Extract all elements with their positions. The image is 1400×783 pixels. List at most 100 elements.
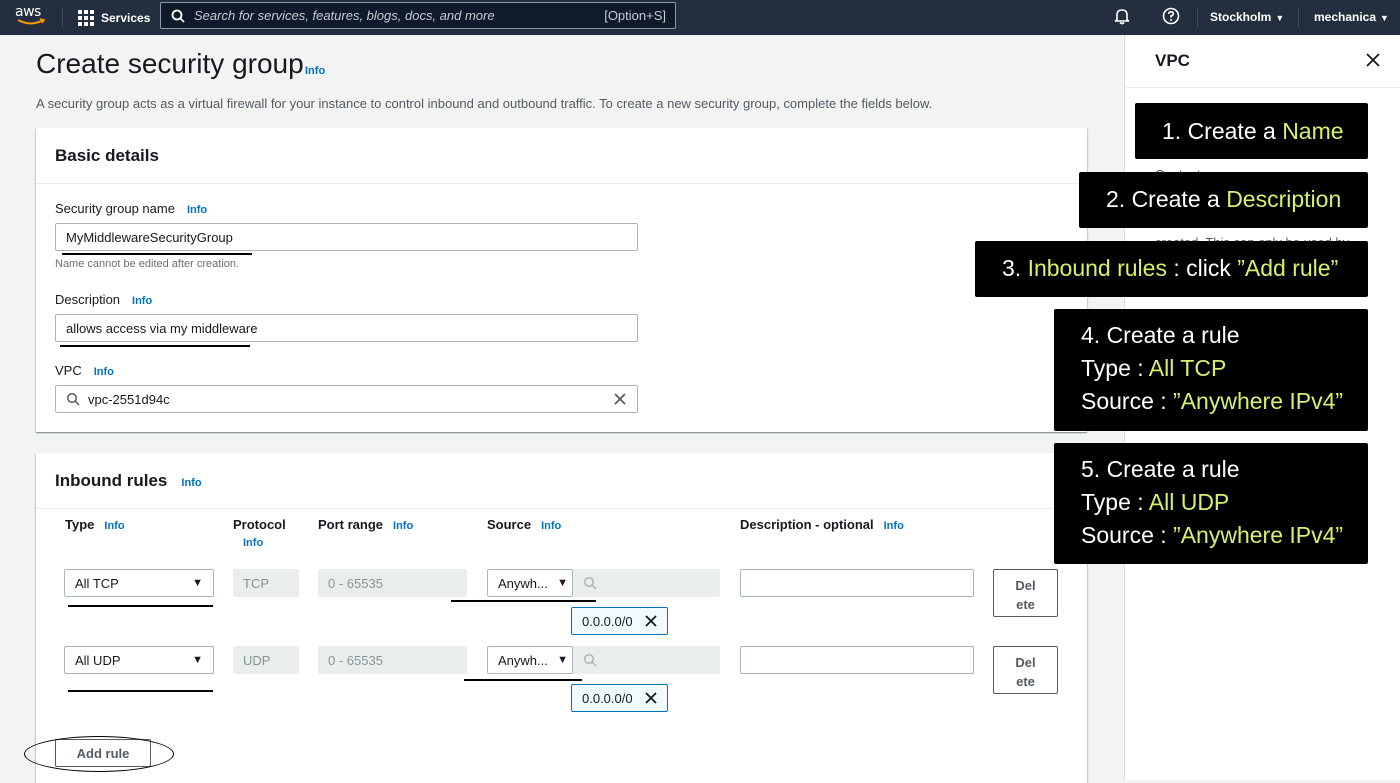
name-hint: Name cannot be edited after creation. (55, 258, 240, 270)
callout-step-1: 1. Create a Name (1135, 103, 1368, 159)
page-description: A security group acts as a virtual firew… (36, 96, 933, 111)
description-header-text: Description - optional (740, 517, 874, 532)
clear-icon[interactable] (613, 392, 627, 406)
callout-highlight: Description (1226, 186, 1342, 212)
basic-details-header: Basic details (36, 128, 1087, 184)
services-menu-button[interactable]: Services (78, 0, 150, 35)
source-info-link[interactable]: Info (541, 520, 561, 532)
type-select-value: All UDP (75, 653, 121, 668)
remove-token-icon[interactable] (644, 615, 657, 627)
callout-text: : click (1166, 255, 1238, 281)
delete-label: Del (1015, 578, 1036, 593)
callout-highlight: ”Add rule” (1237, 255, 1339, 281)
source-cidr-search[interactable] (573, 569, 720, 597)
annotation-underline (68, 690, 213, 692)
annotation-underline (62, 253, 252, 255)
column-header-source: Source Info (487, 517, 561, 532)
vpc-label-text: VPC (55, 363, 82, 378)
callout-step-4: 4. Create a rule Type : All TCP Source :… (1054, 309, 1368, 431)
nav-divider (1298, 8, 1299, 27)
cidr-token-value: 0.0.0.0/0 (582, 690, 633, 706)
aws-logo[interactable]: aws (14, 3, 48, 27)
top-navigation-bar: aws Services Search for services, featur… (0, 0, 1400, 35)
description-col-info-link[interactable]: Info (884, 520, 904, 532)
port-info-link[interactable]: Info (393, 520, 413, 532)
grid-icon (78, 9, 94, 26)
caret-down-icon: ▼ (192, 654, 203, 666)
cidr-token: 0.0.0.0/0 (571, 684, 668, 712)
caret-down-icon: ▼ (557, 577, 568, 589)
vpc-select-input[interactable]: vpc-2551d94c (55, 385, 638, 413)
callout-highlight: ”Anywhere IPv4” (1173, 522, 1344, 548)
callout-text: Type : (1081, 355, 1149, 381)
caret-down-icon: ▼ (192, 577, 203, 589)
source-cidr-search[interactable] (573, 646, 720, 674)
global-search-input[interactable]: Search for services, features, blogs, do… (160, 2, 676, 29)
cidr-token: 0.0.0.0/0 (571, 607, 668, 635)
vpc-label: VPC Info (55, 363, 114, 378)
caret-down-icon: ▼ (1275, 13, 1285, 23)
nav-divider (62, 8, 63, 27)
column-header-protocol: Protocol (233, 517, 286, 532)
services-label: Services (101, 10, 151, 25)
callout-text: Type : (1081, 489, 1149, 515)
inbound-info-link[interactable]: Info (181, 477, 201, 489)
delete-rule-button[interactable]: Del ete (993, 646, 1058, 694)
help-icon[interactable] (1162, 7, 1180, 25)
cidr-token-value: 0.0.0.0/0 (582, 613, 633, 629)
protocol-info-link[interactable]: Info (243, 537, 263, 549)
callout-line: Type : All UDP (1081, 486, 1368, 519)
callout-line: Source : ”Anywhere IPv4” (1081, 519, 1368, 552)
type-select[interactable]: All TCP ▼ (64, 569, 214, 597)
title-info-link[interactable]: Info (305, 65, 325, 77)
source-select[interactable]: Anywh... ▼ (487, 569, 573, 597)
rule-description-input[interactable] (740, 569, 974, 597)
search-shortcut: [Option+S] (604, 8, 666, 23)
type-select-value: All TCP (75, 576, 119, 591)
column-header-port-range: Port range Info (318, 517, 413, 532)
port-range-field: 0 - 65535 (318, 569, 467, 597)
type-select[interactable]: All UDP ▼ (64, 646, 214, 674)
bell-icon[interactable] (1113, 7, 1131, 25)
name-info-link[interactable]: Info (187, 204, 207, 216)
source-select-value: Anywh... (498, 576, 548, 591)
search-icon (583, 576, 597, 590)
callout-line: Source : ”Anywhere IPv4” (1081, 385, 1368, 418)
callout-highlight: Inbound rules (1027, 255, 1167, 281)
description-info-link[interactable]: Info (132, 295, 152, 307)
callout-line: Type : All TCP (1081, 352, 1368, 385)
source-header-text: Source (487, 517, 532, 532)
close-icon[interactable] (1366, 53, 1380, 67)
source-select[interactable]: Anywh... ▼ (487, 646, 573, 674)
inbound-rules-header: Inbound rules Info (36, 453, 1087, 509)
callout-step-5: 5. Create a rule Type : All UDP Source :… (1054, 443, 1368, 564)
search-placeholder: Search for services, features, blogs, do… (194, 8, 495, 23)
port-range-field: 0 - 65535 (318, 646, 467, 674)
region-selector[interactable]: Stockholm ▼ (1210, 10, 1284, 24)
annotation-underline (68, 605, 213, 607)
aws-smile-icon (17, 18, 46, 25)
description-label: Description Info (55, 292, 152, 307)
help-divider (1125, 87, 1400, 88)
annotation-underline (60, 345, 250, 347)
security-group-name-label: Security group name Info (55, 201, 207, 216)
inbound-rules-panel: Inbound rules Info Type Info Protocol Info… (36, 453, 1087, 783)
remove-token-icon[interactable] (644, 692, 657, 704)
callout-text: 3. (1002, 255, 1028, 281)
account-label: mechanica (1314, 10, 1377, 24)
security-group-name-input[interactable]: MyMiddlewareSecurityGroup (55, 223, 638, 251)
port-range-header-text: Port range (318, 517, 384, 532)
region-label: Stockholm (1210, 10, 1272, 24)
delete-label: ete (1016, 674, 1035, 689)
vpc-info-link[interactable]: Info (94, 366, 114, 378)
callout-text: 1. Create a (1162, 118, 1283, 144)
callout-text: 2. Create a (1106, 186, 1227, 212)
help-panel-title: VPC (1155, 51, 1190, 70)
description-input[interactable]: allows access via my middleware (55, 314, 638, 342)
vpc-value: vpc-2551d94c (88, 391, 170, 407)
account-menu[interactable]: mechanica ▼ (1314, 10, 1389, 24)
search-icon (583, 653, 597, 667)
delete-rule-button[interactable]: Del ete (993, 569, 1058, 617)
rule-description-input[interactable] (740, 646, 974, 674)
type-info-link[interactable]: Info (104, 520, 124, 532)
